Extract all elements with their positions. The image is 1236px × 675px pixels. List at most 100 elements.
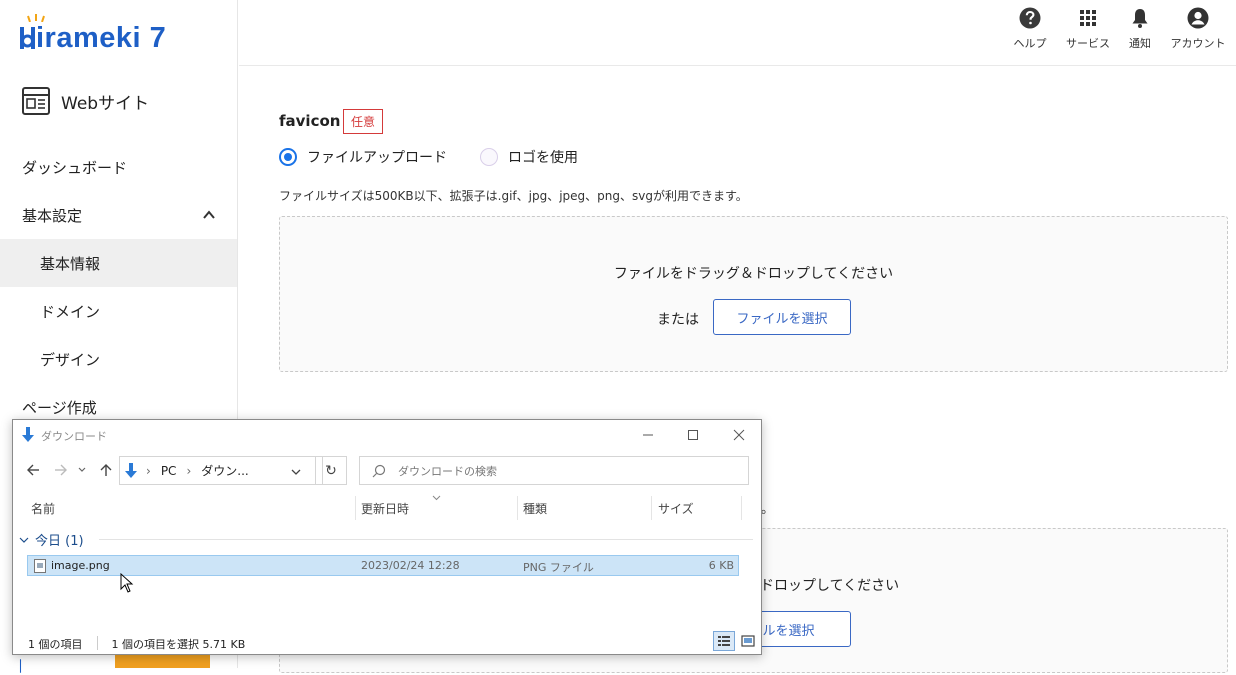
status-item-count: 1 個の項目 [28,638,83,651]
column-header-size[interactable]: サイズ [658,500,694,517]
file-size-note: ファイルサイズは500KB以下、拡張子は.gif、jpg、jpeg、png、sv… [279,189,748,203]
account-icon [1187,7,1209,29]
close-icon [733,429,745,441]
radio-use-logo[interactable]: ロゴを使用 [480,147,578,167]
favicon-title: favicon [279,112,341,130]
dropzone-text: ファイルをドラッグ＆ドロップしてください [613,266,894,282]
file-type: PNG ファイル [523,561,594,574]
site-label: Webサイト [61,93,150,114]
download-arrow-icon [22,427,34,442]
details-view-button[interactable] [713,631,735,651]
column-header-name[interactable]: 名前 [31,500,55,517]
help-button[interactable]: ヘルプ [998,6,1062,51]
peek-banner [115,654,210,668]
status-separator [96,636,98,650]
recent-locations-button[interactable] [76,460,88,480]
refresh-icon: ↻ [325,462,337,479]
sidebar-item-basic-settings[interactable]: 基本設定 [0,191,237,239]
notifications-label: 通知 [1129,37,1151,50]
file-explorer-window[interactable]: ダウンロード › PC › ダウン... ↻ ダウンロードの検索 名前 更新日時 [12,419,762,655]
group-today[interactable]: 今日 (1) [19,530,84,549]
help-label: ヘルプ [1013,37,1047,50]
refresh-button[interactable]: ↻ [315,456,347,485]
peek-logo: ｜ [14,660,28,675]
radio-file-upload[interactable]: ファイルアップロード [279,147,447,167]
chevron-up-icon [203,210,215,219]
top-bar: ヘルプ サービス 通知 アカウント [239,0,1236,66]
logo-sparkle-icon [27,14,45,22]
optional-badge: 任意 [343,109,383,134]
file-date: 2023/02/24 12:28 [361,559,460,572]
account-button[interactable]: アカウント [1166,6,1230,51]
website-icon [22,87,50,115]
sidebar-item-label: ダッシュボード [22,158,128,177]
account-label: アカウント [1170,37,1226,50]
apps-grid-icon [1080,10,1096,26]
search-placeholder: ダウンロードの検索 [398,464,497,478]
arrow-up-icon [100,464,112,476]
favicon-dropzone[interactable]: ファイルをドラッグ＆ドロップしてください または ファイルを選択 [279,216,1228,372]
services-label: サービス [1066,37,1110,50]
up-button[interactable] [96,460,116,480]
chevron-down-icon [291,469,301,475]
window-title: ダウンロード [41,430,107,443]
maximize-button[interactable] [678,424,708,446]
column-divider [355,496,356,520]
dropzone-or: または [657,312,699,328]
breadcrumb-separator: › [186,463,192,478]
minimize-icon [643,434,653,436]
site-selector[interactable]: Webサイト [22,86,149,116]
minimize-button[interactable] [633,424,663,446]
radio-use-logo-label: ロゴを使用 [508,150,578,166]
close-button[interactable] [724,424,754,446]
sidebar-item-design[interactable]: デザイン [0,335,237,383]
sidebar-item-domain[interactable]: ドメイン [0,287,237,335]
status-selected: 1 個の項目を選択 5.71 KB [111,638,246,651]
breadcrumb-separator: › [146,463,151,478]
sidebar-item-dashboard[interactable]: ダッシュボード [0,143,237,191]
file-size: 6 KB [708,559,734,572]
column-header-type[interactable]: 種類 [523,500,547,517]
sidebar-item-label: 基本設定 [22,206,83,225]
logo-text: irameki 7 [36,21,167,54]
radio-file-upload-label: ファイルアップロード [307,150,447,166]
downloads-folder-icon [125,462,137,478]
sidebar-item-label: ドメイン [40,302,101,321]
radio-selected-icon [279,148,297,166]
sidebar-item-label: 基本情報 [40,254,101,273]
group-label: 今日 (1) [35,534,84,549]
sidebar-item-basic-info[interactable]: 基本情報 [0,239,237,287]
arrow-left-icon [27,464,39,476]
search-icon [372,464,386,477]
sidebar-item-label: ページ作成 [22,398,97,417]
logo[interactable]: irameki 7 [20,14,167,58]
breadcrumb-pc[interactable]: PC [161,464,177,478]
breadcrumb-downloads[interactable]: ダウン... [201,462,248,479]
help-icon [1019,7,1041,29]
mouse-cursor-icon [120,573,134,593]
chevron-down-icon [19,537,29,543]
maximize-icon [688,430,698,440]
png-file-icon [34,559,46,573]
second-note-tail: 。 [761,502,775,517]
address-bar[interactable]: › PC › ダウン... [119,456,323,485]
status-bar: 1 個の項目 1 個の項目を選択 5.71 KB [28,636,245,652]
bell-icon [1132,9,1148,28]
large-icons-view-button[interactable] [737,631,759,651]
select-file-button[interactable]: ファイルを選択 [713,299,851,335]
logo-h-icon [20,27,35,49]
radio-unselected-icon [480,148,498,166]
sidebar-item-label: デザイン [40,350,101,369]
column-header-date[interactable]: 更新日時 [361,500,409,517]
group-divider [99,539,753,540]
arrow-right-icon [55,464,67,476]
forward-button[interactable] [51,460,71,480]
back-button[interactable] [23,460,43,480]
second-dropzone-text: ドロップしてください [760,578,900,594]
column-divider [651,496,652,520]
sort-indicator-icon [432,495,441,501]
search-box[interactable]: ダウンロードの検索 [359,456,749,485]
file-name: image.png [51,559,110,572]
column-divider [517,496,518,520]
notifications-button[interactable]: 通知 [1108,6,1172,51]
